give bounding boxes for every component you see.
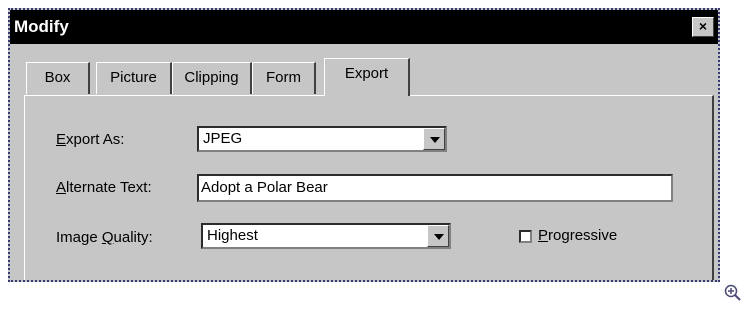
tab-export[interactable]: Export [324,58,410,96]
export-as-select[interactable]: JPEG [197,126,447,152]
alternate-text-value: Adopt a Polar Bear [201,179,328,196]
window-title: Modify [14,17,69,36]
tab-form[interactable]: Form [252,62,316,94]
close-icon: × [698,18,708,34]
tab-clipping-label: Clipping [184,69,239,86]
zoom-in-icon[interactable] [724,284,742,302]
image-quality-label: Image Quality: [56,229,153,246]
tab-box-label: Box [44,69,71,86]
title-bar[interactable]: Modify × [10,10,718,44]
tab-picture[interactable]: Picture [96,62,172,94]
chevron-down-icon[interactable] [423,128,445,150]
progressive-label: Progressive [538,227,618,244]
tab-form-label: Form [266,69,301,86]
export-as-value: JPEG [203,130,243,147]
alternate-text-field[interactable]: Adopt a Polar Bear [197,174,673,202]
export-as-label: Export As: [56,131,125,148]
modify-dialog: Modify × Box Picture Clipping Form Expor… [8,8,720,282]
image-quality-value: Highest [207,227,258,244]
tab-clipping[interactable]: Clipping [172,62,252,94]
image-quality-select[interactable]: Highest [201,223,451,249]
tab-picture-label: Picture [110,69,157,86]
tab-box[interactable]: Box [26,62,90,94]
tab-export-label: Export [344,65,389,82]
progressive-checkbox[interactable] [519,230,532,243]
close-button[interactable]: × [692,17,714,37]
alternate-text-label: Alternate Text: [56,179,152,196]
chevron-down-icon[interactable] [427,225,449,247]
